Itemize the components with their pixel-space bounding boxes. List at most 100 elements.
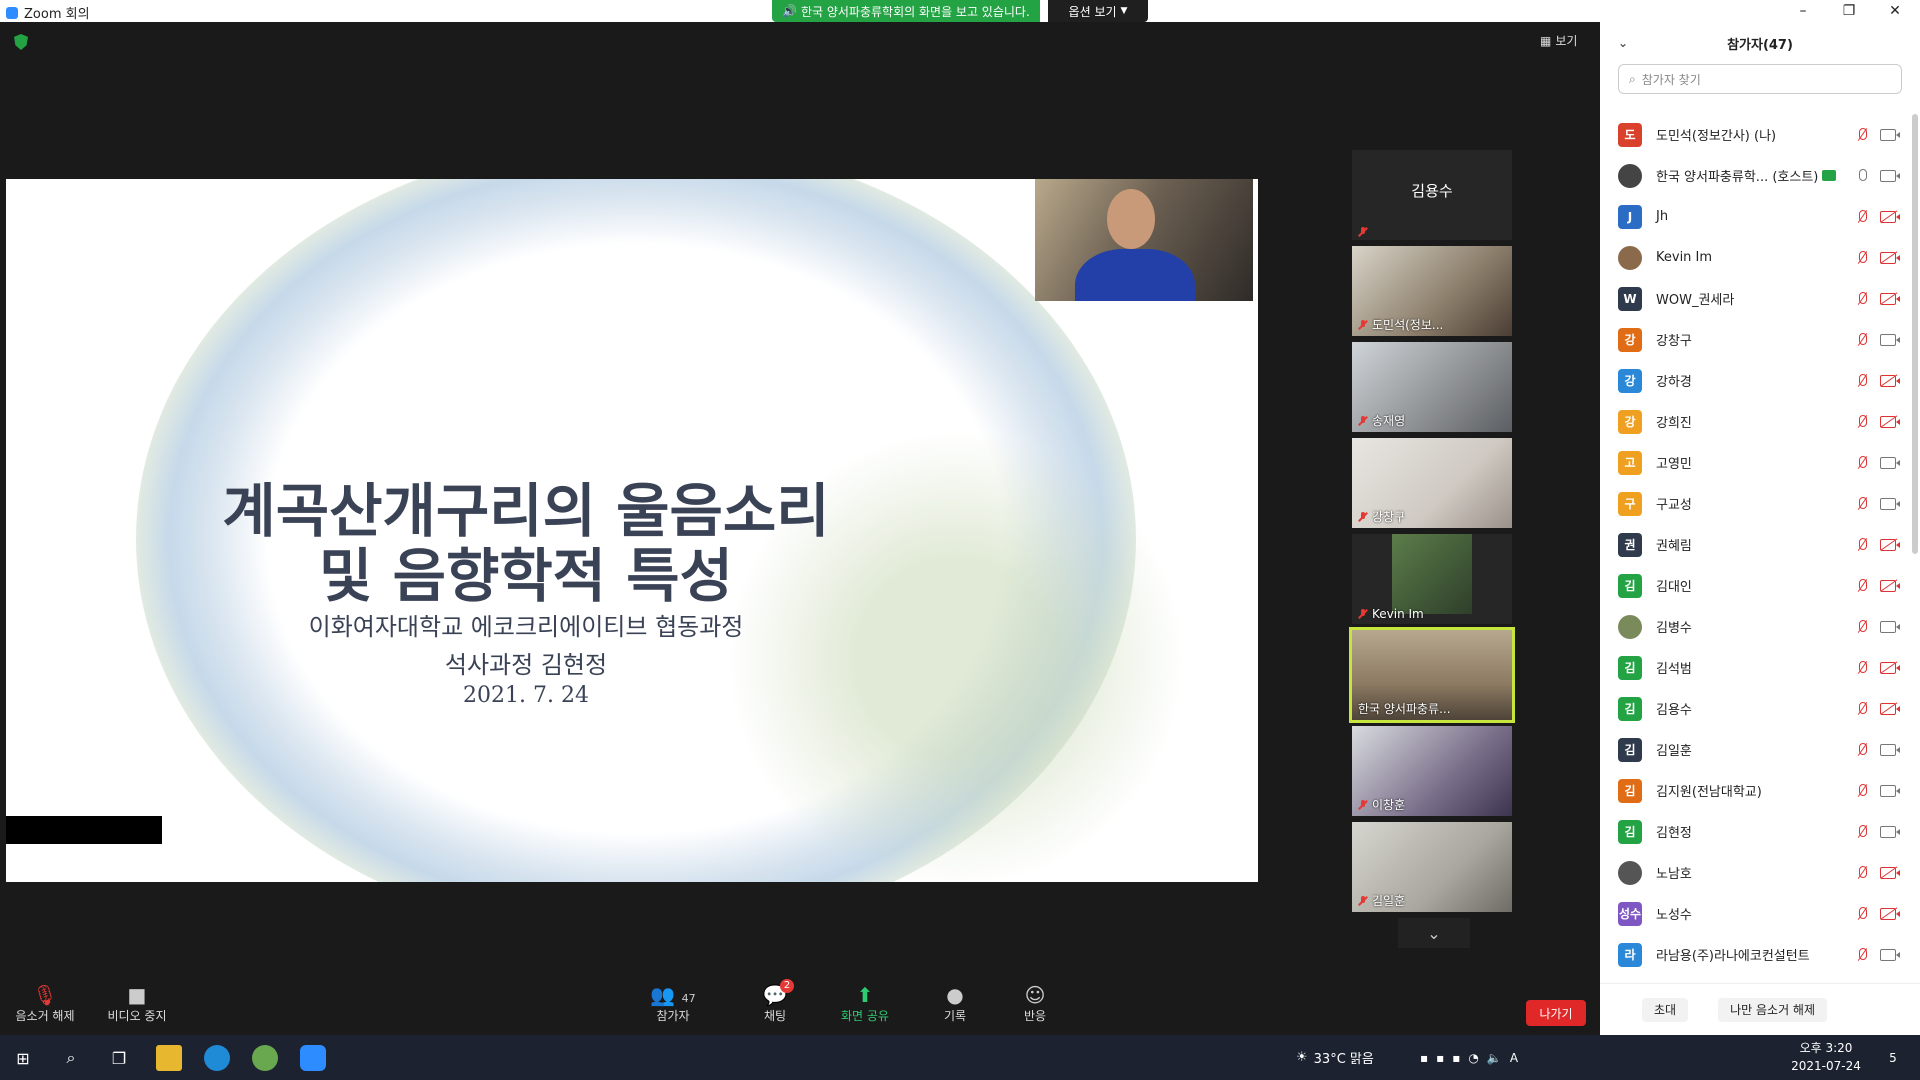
participant-row[interactable]: 권 권혜림	[1600, 524, 1912, 565]
video-camera-icon[interactable]	[1880, 457, 1900, 469]
video-camera-icon[interactable]	[1880, 498, 1900, 510]
participant-row[interactable]: 한국 양서파충류학... (호스트)	[1600, 155, 1912, 196]
video-off-icon[interactable]	[1880, 703, 1900, 715]
video-tile[interactable]: 도민석(정보...	[1352, 246, 1512, 336]
participant-row[interactable]: 강 강창구	[1600, 319, 1912, 360]
video-tile[interactable]: Kevin Im	[1352, 534, 1512, 624]
mic-muted-icon[interactable]	[1856, 579, 1868, 593]
mic-muted-icon[interactable]	[1856, 333, 1868, 347]
mic-muted-icon[interactable]	[1856, 292, 1868, 306]
encryption-shield-icon[interactable]	[14, 34, 28, 50]
participant-row[interactable]: 노남호	[1600, 852, 1912, 893]
participant-row[interactable]: 구 구교성	[1600, 483, 1912, 524]
mic-muted-icon[interactable]	[1856, 620, 1868, 634]
panel-scrollbar[interactable]	[1912, 114, 1918, 554]
video-tile[interactable]: 이창훈	[1352, 726, 1512, 816]
participant-row[interactable]: 김 김대인	[1600, 565, 1912, 606]
video-tile[interactable]: 송재영	[1352, 342, 1512, 432]
mic-muted-icon[interactable]	[1856, 743, 1868, 757]
invite-button[interactable]: 초대	[1642, 997, 1689, 1022]
participant-row[interactable]: 강 강하경	[1600, 360, 1912, 401]
video-off-icon[interactable]	[1880, 867, 1900, 879]
video-off-icon[interactable]	[1880, 416, 1900, 428]
participant-search-input[interactable]: ⌕ 참가자 찾기	[1618, 64, 1902, 94]
wifi-icon[interactable]: ◔	[1468, 1051, 1478, 1065]
mic-icon[interactable]	[1856, 169, 1868, 183]
tray-icon[interactable]: ▪	[1452, 1051, 1460, 1065]
video-camera-icon[interactable]	[1880, 334, 1900, 346]
participant-row[interactable]: 도 도민석(정보간사) (나)	[1600, 114, 1912, 155]
mic-muted-icon[interactable]	[1856, 251, 1868, 265]
weather-widget[interactable]: ☀ 33°C 맑음	[1296, 1035, 1374, 1080]
mic-muted-icon[interactable]	[1856, 415, 1868, 429]
unmute-button[interactable]: 🎙 음소거 해제	[0, 983, 90, 1024]
participant-row[interactable]: Kevin Im	[1600, 237, 1912, 278]
close-button[interactable]: ✕	[1872, 0, 1918, 22]
video-tile[interactable]: 김용수	[1352, 150, 1512, 240]
windows-start-icon[interactable]: ⊞	[10, 1045, 36, 1071]
minimize-button[interactable]: –	[1780, 0, 1826, 22]
video-tile[interactable]: 김일훈	[1352, 822, 1512, 912]
zoom-taskbar-icon[interactable]	[300, 1045, 326, 1071]
mic-muted-icon[interactable]	[1856, 210, 1868, 224]
video-camera-icon[interactable]	[1880, 170, 1900, 182]
mic-muted-icon[interactable]	[1856, 825, 1868, 839]
share-screen-button[interactable]: ⬆ 화면 공유	[820, 983, 910, 1024]
reactions-button[interactable]: ☺ 반응	[990, 983, 1080, 1024]
video-camera-icon[interactable]	[1880, 744, 1900, 756]
collapse-chevron-icon[interactable]: ⌄	[1618, 36, 1628, 50]
video-off-icon[interactable]	[1880, 252, 1900, 264]
participant-row[interactable]: 강 강희진	[1600, 401, 1912, 442]
mic-muted-icon[interactable]	[1856, 538, 1868, 552]
participant-row[interactable]: W WOW_권세라	[1600, 278, 1912, 319]
presenter-video[interactable]	[1035, 179, 1253, 301]
video-camera-icon[interactable]	[1880, 129, 1900, 141]
participant-row[interactable]: 김병수	[1600, 606, 1912, 647]
maximize-button[interactable]: ❐	[1826, 0, 1872, 22]
volume-icon[interactable]: 🔈	[1487, 1051, 1502, 1065]
mic-muted-icon[interactable]	[1856, 948, 1868, 962]
video-off-icon[interactable]	[1880, 375, 1900, 387]
video-tile-active-speaker[interactable]: 한국 양서파충류...	[1349, 627, 1515, 723]
video-off-icon[interactable]	[1880, 580, 1900, 592]
participants-button[interactable]: 👥 47 참가자	[628, 983, 718, 1024]
file-explorer-icon[interactable]	[156, 1045, 182, 1071]
tray-icon[interactable]: ▪	[1420, 1051, 1428, 1065]
video-camera-icon[interactable]	[1880, 621, 1900, 633]
video-camera-icon[interactable]	[1880, 785, 1900, 797]
task-view-icon[interactable]: ❐	[106, 1045, 132, 1071]
mic-muted-icon[interactable]	[1856, 497, 1868, 511]
participant-row[interactable]: 김 김일훈	[1600, 729, 1912, 770]
mic-muted-icon[interactable]	[1856, 907, 1868, 921]
gallery-view-button[interactable]: ▦ 보기	[1540, 32, 1577, 49]
video-off-icon[interactable]	[1880, 908, 1900, 920]
video-off-icon[interactable]	[1880, 662, 1900, 674]
leave-button[interactable]: 나가기	[1526, 1000, 1586, 1026]
mic-muted-icon[interactable]	[1856, 784, 1868, 798]
edge-browser-icon[interactable]	[204, 1045, 230, 1071]
app-icon[interactable]	[252, 1045, 278, 1071]
unmute-me-button[interactable]: 나만 음소거 해제	[1718, 997, 1828, 1022]
video-tile[interactable]: 강창구	[1352, 438, 1512, 528]
video-camera-icon[interactable]	[1880, 826, 1900, 838]
record-button[interactable]: ● 기록	[910, 983, 1000, 1024]
gallery-scroll-down-button[interactable]: ⌄	[1398, 918, 1470, 948]
mic-muted-icon[interactable]	[1856, 866, 1868, 880]
mic-muted-icon[interactable]	[1856, 661, 1868, 675]
mic-muted-icon[interactable]	[1856, 128, 1868, 142]
participant-row[interactable]: J Jh	[1600, 196, 1912, 237]
participant-row[interactable]: 고 고영민	[1600, 442, 1912, 483]
ime-indicator[interactable]: A	[1510, 1051, 1518, 1065]
participant-row[interactable]: 라 라남용(주)라나에코컨설턴트	[1600, 934, 1912, 975]
mic-muted-icon[interactable]	[1856, 374, 1868, 388]
participant-row[interactable]: 김 김석범	[1600, 647, 1912, 688]
participant-row[interactable]: 성수 노성수	[1600, 893, 1912, 934]
participant-row[interactable]: 김 김현정	[1600, 811, 1912, 852]
taskbar-clock[interactable]: 오후 3:20 2021-07-24	[1786, 1039, 1866, 1075]
video-off-icon[interactable]	[1880, 211, 1900, 223]
stop-video-button[interactable]: ■ 비디오 중지	[92, 983, 182, 1024]
chat-button[interactable]: 💬 2 채팅	[730, 979, 820, 1024]
participant-row[interactable]: 김 김용수	[1600, 688, 1912, 729]
video-camera-icon[interactable]	[1880, 949, 1900, 961]
view-options-button[interactable]: 옵션 보기 ▼	[1048, 0, 1148, 22]
